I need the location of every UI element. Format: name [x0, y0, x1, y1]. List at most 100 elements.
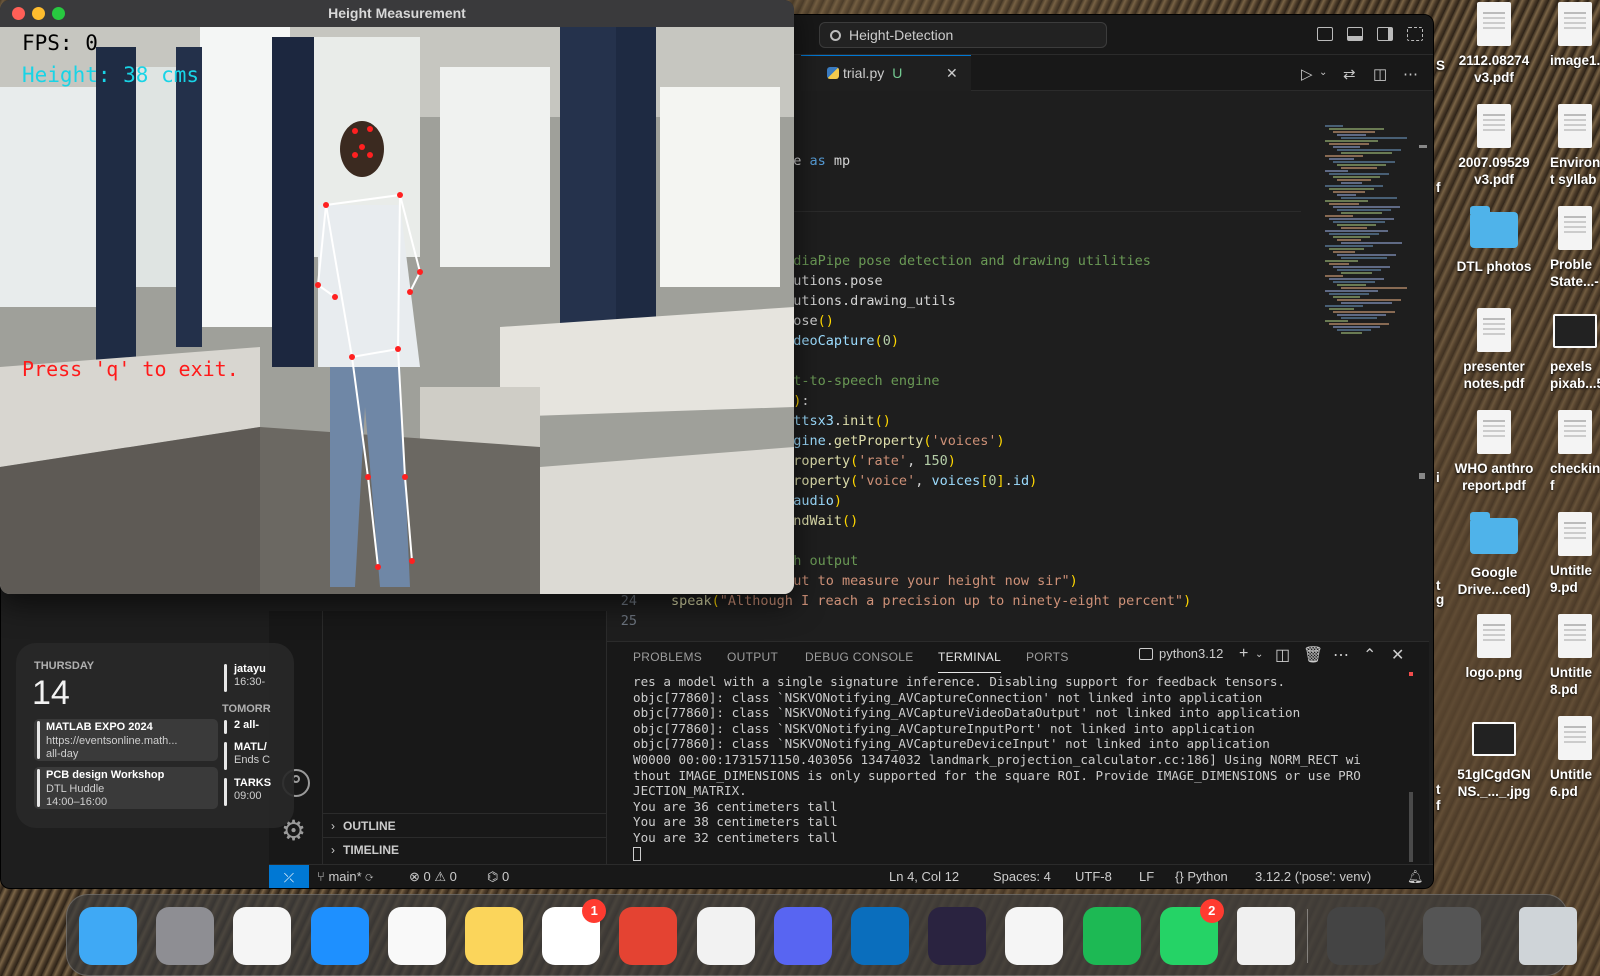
photos-icon[interactable]	[387, 907, 446, 965]
terminal-prompt[interactable]	[633, 846, 1423, 862]
indentation-status[interactable]: Spaces: 4	[993, 869, 1051, 884]
open-changes-icon[interactable]: ⇄	[1343, 65, 1356, 83]
terminal-output[interactable]: res a model with a single signature infe…	[633, 674, 1423, 862]
desktop-file-label: Untitle 9.pd	[1550, 563, 1592, 595]
code-line[interactable]: 24 speak("Although I reach a precision up…	[601, 591, 1191, 611]
close-tab-icon[interactable]: ✕	[946, 56, 958, 90]
camera-window[interactable]: Height Measurement FPS: 0 Height: 38 cms…	[0, 0, 794, 594]
minimap-line	[1329, 188, 1374, 190]
desktop-file-icon[interactable]: 2112.08274 v3.pdf	[1444, 2, 1544, 86]
close-window-button[interactable]	[12, 7, 25, 20]
launchpad-icon[interactable]	[156, 907, 215, 965]
chrome-icon[interactable]	[696, 907, 755, 965]
desktop-file-icon[interactable]: logo.png	[1444, 614, 1544, 681]
problems-status[interactable]: ⊗ 0 ⚠ 0	[409, 869, 457, 885]
tab-problems[interactable]: PROBLEMS	[633, 650, 702, 664]
more-actions-icon[interactable]: ⋯	[1403, 65, 1418, 83]
calendar-event[interactable]: jatayu 16:30-	[222, 663, 292, 693]
zoom-window-button[interactable]	[52, 7, 65, 20]
todoist-icon[interactable]	[619, 907, 678, 965]
desktop-file-icon[interactable]: checkin f	[1550, 410, 1600, 494]
notifications-bell-icon[interactable]: 🔔︎	[1407, 869, 1424, 885]
desktop-file-icon[interactable]: Untitle 9.pd	[1550, 512, 1600, 596]
desktop-file-icon[interactable]: 51glCgdGN NS._..._.jpg	[1444, 716, 1544, 800]
document-icon[interactable]	[1237, 907, 1295, 965]
calendar-event[interactable]: MATLAB EXPO 2024 https://eventsonline.ma…	[34, 719, 218, 761]
desktop-file-icon[interactable]: Environ t syllab	[1550, 104, 1600, 188]
terminal-shell-name: python3.12	[1159, 646, 1224, 661]
cursor-position[interactable]: Ln 4, Col 12	[889, 869, 959, 884]
minimap-line	[1337, 239, 1361, 241]
eol-status[interactable]: LF	[1139, 869, 1154, 884]
notes-icon[interactable]	[465, 907, 523, 965]
notion-icon[interactable]: 1	[542, 899, 607, 965]
split-terminal-icon[interactable]: ◫	[1275, 645, 1290, 665]
close-panel-icon[interactable]: ✕	[1391, 645, 1404, 665]
maximize-panel-icon[interactable]: ⌃	[1363, 645, 1376, 665]
timeline-section[interactable]: › TIMELINE	[323, 837, 607, 861]
kill-terminal-icon[interactable]: 🗑	[1303, 645, 1323, 665]
desktop-file-icon[interactable]: Untitle 6.pd	[1550, 716, 1600, 800]
interpreter-status[interactable]: 3.12.2 ('pose': venv)	[1255, 869, 1371, 884]
terminal-scrollbar[interactable]	[1409, 792, 1413, 862]
editor-scrollbar[interactable]	[1415, 111, 1429, 641]
language-status[interactable]: {} Python	[1175, 869, 1228, 884]
search-text: Height-Detection	[849, 27, 954, 43]
obsidian-icon[interactable]	[928, 907, 987, 965]
code-token: )	[1069, 573, 1078, 589]
minimize-window-button[interactable]	[32, 7, 45, 20]
command-center-search[interactable]: Height-Detection	[819, 22, 1107, 48]
desktop-file-icon[interactable]: image1.	[1550, 2, 1600, 69]
desktop-file-icon[interactable]: pexels pixab...5	[1550, 308, 1600, 392]
recent-window-2-icon[interactable]	[1423, 907, 1481, 965]
split-editor-icon[interactable]: ◫	[1373, 65, 1387, 83]
ports-status[interactable]: ⌬ 0	[487, 869, 509, 885]
calendar-weekday: THURSDAY	[34, 660, 95, 672]
desktop-file-icon[interactable]: presenter notes.pdf	[1444, 308, 1544, 392]
terminal-dropdown-icon[interactable]: ⌄	[1255, 649, 1263, 660]
finder-icon[interactable]	[79, 907, 137, 965]
toggle-secondary-sidebar-icon[interactable]	[1377, 27, 1393, 41]
toggle-primary-sidebar-icon[interactable]	[1317, 27, 1333, 41]
customize-layout-icon[interactable]	[1407, 27, 1423, 41]
outline-section[interactable]: › OUTLINE	[323, 813, 607, 837]
trash-icon[interactable]	[1519, 907, 1577, 965]
desktop-file-icon[interactable]: 2007.09529 v3.pdf	[1444, 104, 1544, 188]
remote-indicator-icon[interactable]: ⤫	[269, 865, 309, 888]
desktop-file-icon[interactable]: Untitle 8.pd	[1550, 614, 1600, 698]
encoding-status[interactable]: UTF-8	[1075, 869, 1112, 884]
desktop-file-icon[interactable]: WHO anthro report.pdf	[1444, 410, 1544, 494]
spotify-icon[interactable]	[1082, 907, 1141, 965]
desktop-file-icon[interactable]: DTL photos	[1444, 206, 1544, 275]
vscode-icon[interactable]	[851, 907, 909, 965]
branch-status[interactable]: ⑂ main* ⟳	[317, 869, 373, 884]
code-line[interactable]: 25	[601, 611, 671, 631]
calendar-event[interactable]: 2 all-	[222, 719, 292, 735]
whatsapp-icon[interactable]: 2	[1159, 899, 1224, 965]
stage-manager-icon[interactable]	[233, 907, 292, 965]
discord-icon[interactable]	[773, 907, 832, 965]
camera-window-titlebar[interactable]: Height Measurement	[0, 0, 794, 27]
document-icon	[1477, 308, 1511, 352]
calendar-widget[interactable]: THURSDAY 14 MATLAB EXPO 2024 https://eve…	[16, 643, 294, 828]
calendar-event[interactable]: MATL/Ends C	[222, 741, 292, 771]
more-icon[interactable]: ⋯	[1333, 645, 1349, 665]
safari-icon[interactable]	[310, 907, 369, 965]
calendar-event[interactable]: TARKS 09:00	[222, 777, 292, 807]
calendar-event[interactable]: PCB design Workshop DTL Huddle 14:00–16:…	[34, 767, 218, 809]
desktop-file-icon[interactable]: Proble State...-	[1550, 206, 1600, 290]
tab-output[interactable]: OUTPUT	[727, 650, 778, 664]
desktop-file-icon[interactable]: Google Drive...ced)	[1444, 512, 1544, 598]
tab-debug-console[interactable]: DEBUG CONSOLE	[805, 650, 914, 664]
instapaper-icon[interactable]	[1005, 907, 1064, 965]
new-terminal-icon[interactable]: +	[1239, 645, 1248, 663]
tab-ports[interactable]: PORTS	[1026, 650, 1069, 664]
toggle-panel-icon[interactable]	[1347, 27, 1363, 41]
minimap[interactable]	[1321, 125, 1411, 355]
terminal-shell-selector[interactable]: python3.12	[1139, 646, 1223, 661]
tab-trial-py[interactable]: trial.py U ✕	[801, 55, 971, 91]
recent-window-1-icon[interactable]	[1327, 907, 1385, 965]
run-dropdown-icon[interactable]: ⌄	[1319, 67, 1327, 78]
run-icon[interactable]: ▷	[1301, 65, 1313, 83]
tab-terminal[interactable]: TERMINAL	[938, 650, 1002, 673]
